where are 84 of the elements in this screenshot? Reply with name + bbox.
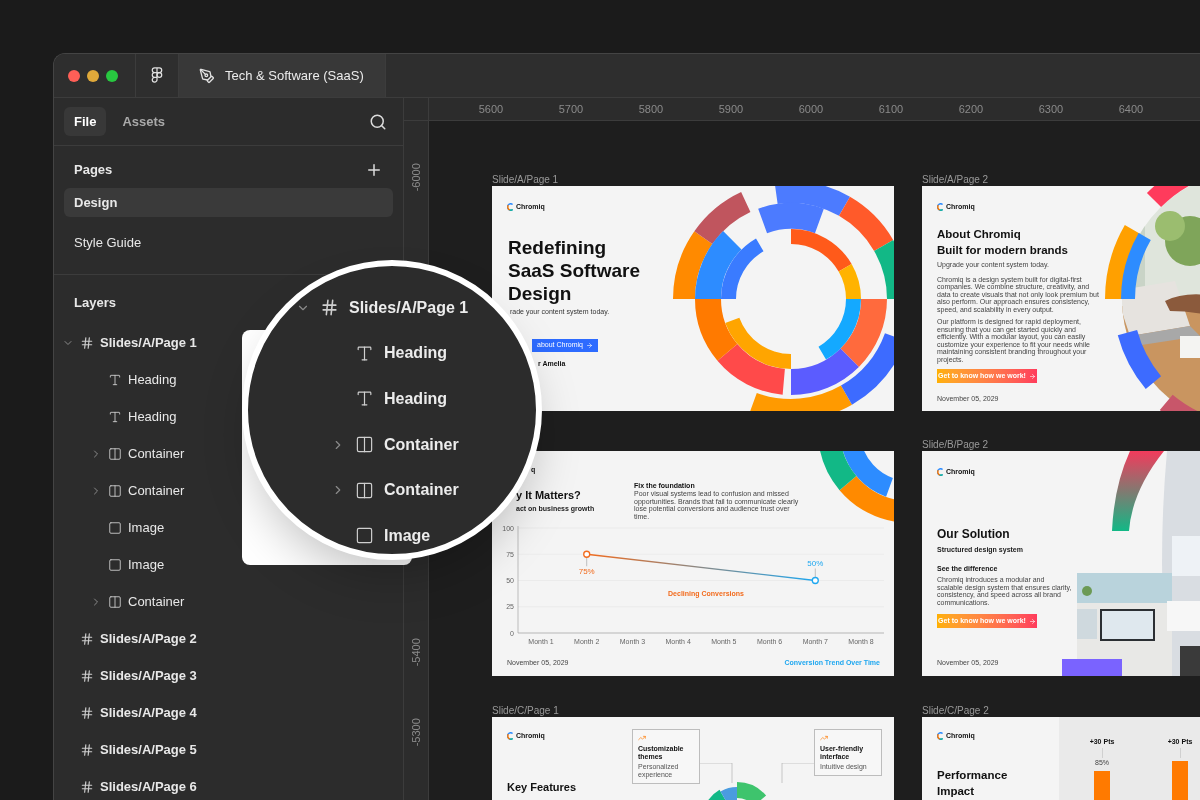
section-title: Layers — [74, 294, 116, 310]
arrow-right-icon — [585, 342, 593, 349]
panel-tab[interactable]: Assets — [112, 106, 176, 137]
slide-heading: Built for modern brands — [937, 243, 1069, 258]
page-item[interactable]: Design — [64, 187, 393, 217]
frame-icon — [80, 780, 94, 794]
square-icon — [355, 526, 374, 546]
panel-tab[interactable]: File — [64, 106, 107, 137]
frame-icon — [80, 336, 94, 350]
frame-label[interactable]: Slide/A/Page 2 — [922, 172, 989, 187]
text-icon — [108, 410, 122, 424]
slide-heading: Performance Impact — [937, 768, 1009, 799]
layer-item[interactable]: Slides/A/Page 2 — [54, 620, 403, 658]
layer-item[interactable]: Container — [331, 467, 459, 513]
slide-heading: Redefining SaaS Software Design — [508, 236, 641, 305]
ruler-label: 6200 — [957, 102, 985, 117]
layer-item[interactable]: Slides/A/Page 3 — [54, 657, 403, 695]
columns-icon — [108, 484, 122, 498]
data-point — [811, 576, 819, 585]
accent-block — [1062, 659, 1122, 676]
minimize-window-button[interactable] — [87, 69, 99, 82]
slide-heading: y It Matters? — [516, 488, 581, 503]
layer-item[interactable]: Container — [331, 421, 459, 468]
square-icon — [108, 558, 122, 572]
frame-label[interactable]: Slide/B/Page 2 — [922, 437, 989, 452]
layer-item[interactable]: Slides/A/Page 6 — [54, 768, 403, 800]
search-icon[interactable] — [369, 112, 387, 131]
text-icon — [108, 373, 122, 387]
ruler-label: -6000 — [408, 162, 423, 194]
ruler-label: 6300 — [1037, 102, 1065, 117]
trend-icon — [820, 734, 828, 742]
figma-logo-icon[interactable] — [151, 67, 163, 84]
logo-icon — [937, 468, 944, 477]
section-title: Pages — [74, 161, 113, 179]
columns-icon — [355, 435, 374, 455]
logo-icon — [937, 203, 944, 212]
frame-icon — [80, 706, 94, 720]
trend-icon — [638, 734, 646, 742]
document-tab[interactable]: Tech & Software (SaaS) — [179, 54, 386, 97]
frame-icon — [80, 669, 94, 683]
frame-icon — [80, 632, 94, 646]
chart-annotation: 75% — [578, 567, 595, 577]
slide-frame[interactable] — [492, 451, 894, 676]
frame-label[interactable]: Slide/C/Page 1 — [492, 703, 559, 718]
columns-icon — [108, 447, 122, 461]
logo-icon — [507, 203, 514, 212]
layer-item[interactable]: Slides/A/Page 4 — [54, 694, 403, 732]
frame-icon — [80, 743, 94, 757]
bar — [1094, 771, 1110, 800]
ruler-label: -5400 — [408, 637, 423, 669]
columns-icon — [355, 480, 374, 500]
maximize-window-button[interactable] — [106, 69, 118, 82]
logo-icon — [937, 732, 944, 741]
layer-item[interactable]: Heading — [331, 330, 448, 377]
ruler-label: 6100 — [877, 102, 905, 117]
close-window-button[interactable] — [68, 69, 80, 82]
layer-item[interactable]: Heading — [331, 376, 448, 422]
arrow-right-icon — [1028, 372, 1036, 380]
frame-icon — [320, 298, 339, 318]
data-point — [583, 550, 591, 558]
pen-icon — [199, 67, 215, 84]
bar — [1172, 760, 1188, 800]
columns-icon — [108, 595, 122, 609]
ruler-label: 5700 — [557, 102, 585, 117]
ruler-label: 6400 — [1117, 102, 1145, 117]
ruler-label: 5600 — [477, 102, 505, 117]
layer-item[interactable]: Image — [331, 512, 431, 554]
slide-heading: Our Solution — [937, 526, 1011, 543]
layer-item[interactable]: Slides/A/Page 5 — [54, 731, 403, 769]
slide-heading: About Chromiq — [937, 227, 1022, 242]
ruler-label: 5900 — [717, 102, 745, 117]
layer-item[interactable]: Slides/A/Page 1 — [296, 285, 469, 331]
layer-item[interactable]: Container — [54, 583, 403, 621]
chart-annotation: 50% — [807, 558, 824, 568]
ruler-label: -5300 — [408, 717, 423, 749]
page-item[interactable]: Style Guide — [64, 228, 393, 258]
square-icon — [108, 521, 122, 535]
frame-label[interactable]: Slide/A/Page 1 — [492, 172, 559, 187]
arrow-right-icon — [1028, 617, 1036, 625]
slide-heading: Key Features — [507, 780, 577, 795]
ruler-label: 6000 — [797, 102, 825, 117]
ruler-label: 5800 — [637, 102, 665, 117]
logo-icon — [507, 732, 514, 741]
frame-label[interactable]: Slide/C/Page 2 — [922, 703, 989, 718]
